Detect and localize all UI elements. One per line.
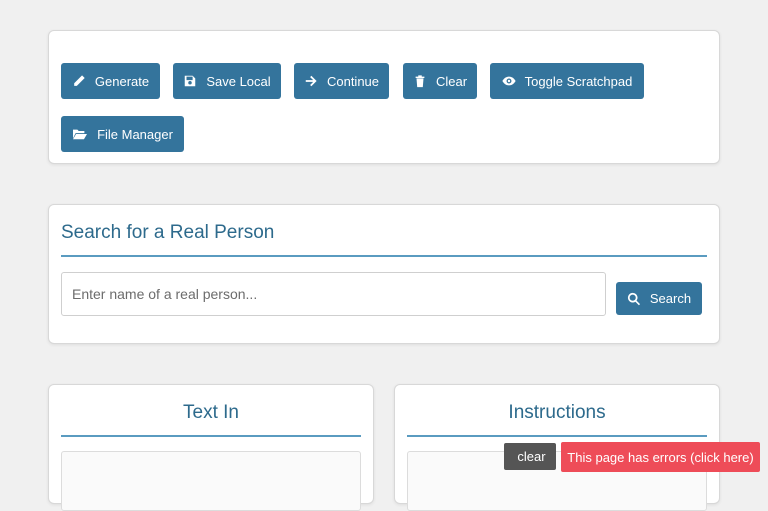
page-errors-label: This page has errors (click here) — [567, 449, 754, 465]
clear-button[interactable]: Clear — [403, 63, 477, 99]
generate-button[interactable]: Generate — [61, 63, 160, 99]
file-manager-label: File Manager — [97, 126, 173, 142]
trash-icon — [413, 74, 427, 88]
save-icon — [183, 74, 197, 88]
search-button[interactable]: Search — [616, 282, 702, 315]
person-search-input[interactable] — [61, 272, 606, 316]
search-card: Search for a Real Person Search — [48, 204, 720, 344]
file-manager-button[interactable]: File Manager — [61, 116, 184, 152]
pencil-icon — [72, 74, 86, 88]
search-button-label: Search — [649, 291, 692, 306]
text-in-textarea[interactable] — [61, 451, 361, 511]
text-in-title: Text In — [183, 402, 239, 423]
eye-icon — [502, 74, 516, 88]
instructions-divider — [407, 435, 707, 437]
clear-errors-label: clear — [517, 449, 546, 464]
search-section-divider — [61, 255, 707, 257]
text-in-card: Text In — [48, 384, 374, 511]
clear-label: Clear — [435, 73, 468, 89]
clear-errors-button[interactable]: clear — [504, 443, 556, 470]
instructions-title: Instructions — [508, 402, 606, 423]
continue-label: Continue — [326, 73, 380, 89]
page-errors-notice[interactable]: This page has errors (click here) — [561, 442, 760, 472]
save-local-label: Save Local — [206, 73, 271, 89]
save-local-button[interactable]: Save Local — [173, 63, 281, 99]
search-icon — [627, 292, 641, 306]
arrow-right-icon — [304, 74, 318, 88]
toolbar-card: Generate Save Local Continue Clear Toggl… — [48, 30, 720, 164]
continue-button[interactable]: Continue — [294, 63, 389, 99]
toggle-scratchpad-button[interactable]: Toggle Scratchpad — [490, 63, 644, 99]
search-section-title: Search for a Real Person — [61, 222, 275, 243]
generate-label: Generate — [94, 73, 150, 89]
folder-open-icon — [72, 127, 88, 141]
toggle-scratchpad-label: Toggle Scratchpad — [524, 73, 633, 89]
text-in-divider — [61, 435, 361, 437]
